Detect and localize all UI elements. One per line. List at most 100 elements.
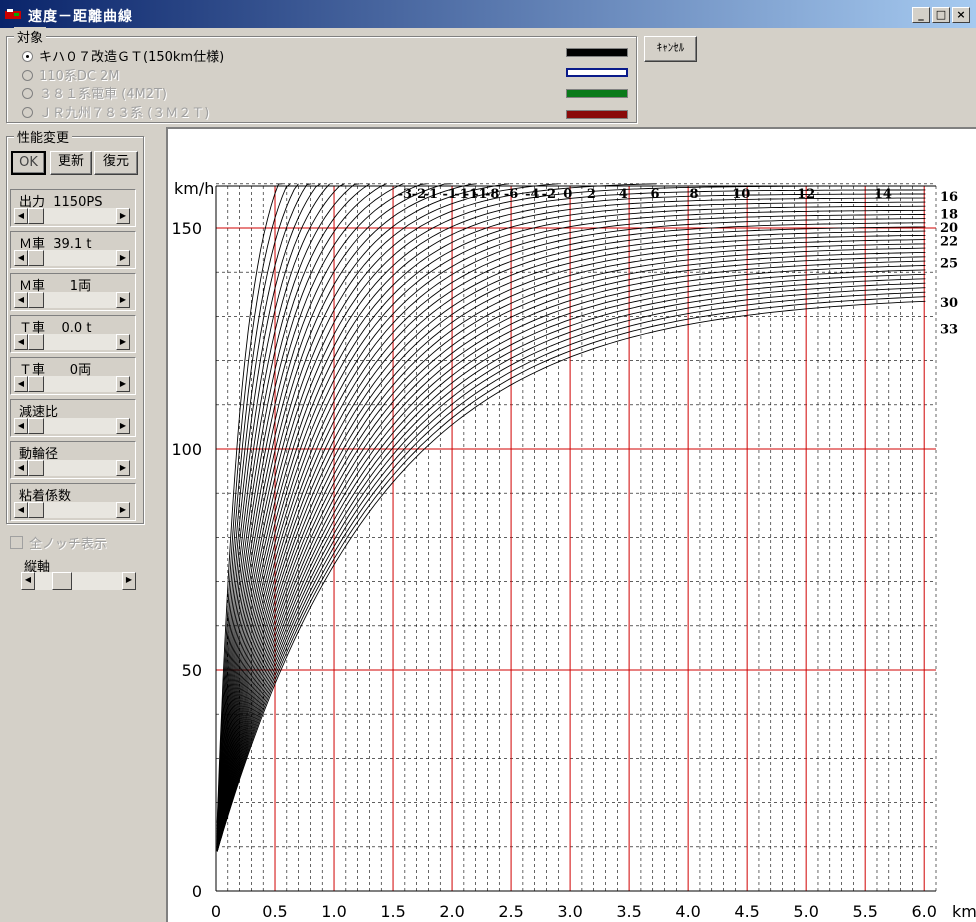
vertical-axis-slider[interactable]: ◀ ▶: [21, 572, 136, 590]
arrow-right-icon[interactable]: ▶: [116, 418, 130, 434]
arrow-left-icon[interactable]: ◀: [14, 502, 28, 518]
checkbox-icon[interactable]: [10, 536, 23, 549]
curve-label-top: -3: [398, 187, 412, 202]
slider-track[interactable]: ◀ ▶: [14, 418, 130, 434]
chart-panel: 0 0.5 1.0 1.5 2.0 2.5 3.0 3.5 4.0 4.5 5.0 5.5 6.0 0 50…: [166, 127, 976, 922]
arrow-right-icon[interactable]: ▶: [116, 250, 130, 266]
curve-label-top: 12: [797, 187, 815, 202]
target-option-kiha07[interactable]: キハ０７改造ＧＴ(150km仕様): [22, 46, 225, 65]
curve-label-top: 4: [619, 187, 628, 202]
arrow-left-icon[interactable]: ◀: [14, 418, 28, 434]
slider-thumb[interactable]: [28, 208, 44, 224]
curve-label-top: -1: [424, 187, 438, 202]
y-tick-label: 0: [192, 882, 202, 901]
curve-label-right: 30: [940, 296, 958, 311]
x-tick-label: 3.5: [616, 902, 641, 921]
cancel-button[interactable]: ｷｬﾝｾﾙ: [644, 36, 697, 62]
color-swatch-110: [566, 68, 628, 77]
title-bar: 速度－距離曲線 _ □ ×: [0, 0, 976, 28]
radio-icon[interactable]: [22, 88, 33, 99]
slider-panel: 動輪径 ◀ ▶: [10, 441, 136, 479]
curve-label-top: 14: [874, 187, 892, 202]
slider-thumb[interactable]: [28, 502, 44, 518]
target-option-label: ＪＲ九州７８３系 (３Ｍ２Ｔ): [39, 106, 210, 121]
slider-track[interactable]: ◀ ▶: [14, 292, 130, 308]
slider-track[interactable]: ◀ ▶: [14, 334, 130, 350]
target-group-label: 対象: [14, 27, 47, 46]
close-button[interactable]: ×: [952, 7, 970, 23]
arrow-left-icon[interactable]: ◀: [14, 250, 28, 266]
arrow-right-icon[interactable]: ▶: [116, 334, 130, 350]
curve-label-top: 0: [563, 187, 572, 202]
window-title: 速度－距離曲線: [28, 9, 133, 25]
notch-curve: [216, 214, 926, 849]
target-option-label: キハ０７改造ＧＴ(150km仕様): [39, 50, 225, 65]
slider-thumb[interactable]: [28, 292, 44, 308]
target-option-783[interactable]: ＪＲ九州７８３系 (３Ｍ２Ｔ): [22, 102, 210, 121]
update-button[interactable]: 更新: [50, 151, 92, 175]
radio-icon[interactable]: [22, 70, 33, 81]
slider-thumb[interactable]: [28, 418, 44, 434]
slider-panel: Ｍ車 39.1 t ◀ ▶: [10, 231, 136, 269]
x-tick-label: 4.5: [734, 902, 759, 921]
curve-label-right: 16: [940, 190, 958, 205]
arrow-right-icon[interactable]: ▶: [116, 208, 130, 224]
slider-track[interactable]: ◀ ▶: [14, 502, 130, 518]
arrow-left-icon[interactable]: ◀: [14, 460, 28, 476]
curve-label-right: 33: [940, 323, 958, 338]
all-notch-checkbox[interactable]: 全ノッチ表示: [10, 533, 107, 552]
curve-label-top: 8: [690, 187, 699, 202]
x-tick-label: 2.5: [498, 902, 523, 921]
notch-curve: [216, 300, 926, 852]
arrow-left-icon[interactable]: ◀: [14, 376, 28, 392]
x-axis-label: km: [952, 902, 976, 921]
arrow-left-icon[interactable]: ◀: [21, 572, 35, 590]
arrow-right-icon[interactable]: ▶: [116, 292, 130, 308]
notch-curve: [216, 226, 926, 849]
slider-thumb[interactable]: [51, 572, 72, 590]
ok-button[interactable]: OK: [11, 151, 46, 175]
notch-curve: [216, 251, 926, 851]
arrow-left-icon[interactable]: ◀: [14, 208, 28, 224]
x-tick-label: 0: [211, 902, 221, 921]
color-swatch-783: [566, 110, 628, 119]
restore-button[interactable]: 復元: [94, 151, 138, 175]
slider-track[interactable]: ◀ ▶: [14, 208, 130, 224]
maximize-button[interactable]: □: [932, 7, 950, 23]
speed-distance-chart: 0 0.5 1.0 1.5 2.0 2.5 3.0 3.5 4.0 4.5 5.0 5.5 6.0 0 50…: [171, 179, 976, 921]
notch-curve: [216, 209, 926, 848]
slider-panel: 粘着係数 ◀ ▶: [10, 483, 136, 521]
radio-icon[interactable]: [22, 51, 33, 62]
x-tick-label: 1.0: [321, 902, 346, 921]
minimize-button[interactable]: _: [912, 7, 930, 23]
target-option-label: 110系DC 2M: [39, 69, 120, 84]
notch-curve: [216, 260, 926, 851]
slider-thumb[interactable]: [28, 250, 44, 266]
all-notch-label: 全ノッチ表示: [29, 537, 107, 552]
target-option-110[interactable]: 110系DC 2M: [22, 65, 120, 84]
slider-track[interactable]: ◀ ▶: [14, 250, 130, 266]
slider-panel: Ｔ車 0.0 t ◀ ▶: [10, 315, 136, 353]
slider-thumb[interactable]: [28, 376, 44, 392]
arrow-right-icon[interactable]: ▶: [116, 460, 130, 476]
slider-thumb[interactable]: [28, 460, 44, 476]
slider-thumb[interactable]: [28, 334, 44, 350]
slider-track[interactable]: ◀ ▶: [14, 460, 130, 476]
x-tick-label: 0.5: [262, 902, 287, 921]
slider-panel: 減速比 ◀ ▶: [10, 399, 136, 437]
arrow-right-icon[interactable]: ▶: [116, 502, 130, 518]
arrow-right-icon[interactable]: ▶: [122, 572, 136, 590]
arrow-left-icon[interactable]: ◀: [14, 292, 28, 308]
target-option-label: ３８１系電車 (4M2T): [39, 87, 167, 102]
y-axis-label: km/h: [174, 179, 214, 198]
radio-icon[interactable]: [22, 107, 33, 118]
arrow-right-icon[interactable]: ▶: [116, 376, 130, 392]
notch-curve: [216, 183, 559, 845]
y-tick-label: 150: [171, 219, 202, 238]
notch-curve: [216, 197, 926, 847]
y-tick-label: 50: [182, 661, 202, 680]
arrow-left-icon[interactable]: ◀: [14, 334, 28, 350]
target-option-381[interactable]: ３８１系電車 (4M2T): [22, 83, 167, 102]
notch-curve: [216, 291, 926, 852]
slider-track[interactable]: ◀ ▶: [14, 376, 130, 392]
